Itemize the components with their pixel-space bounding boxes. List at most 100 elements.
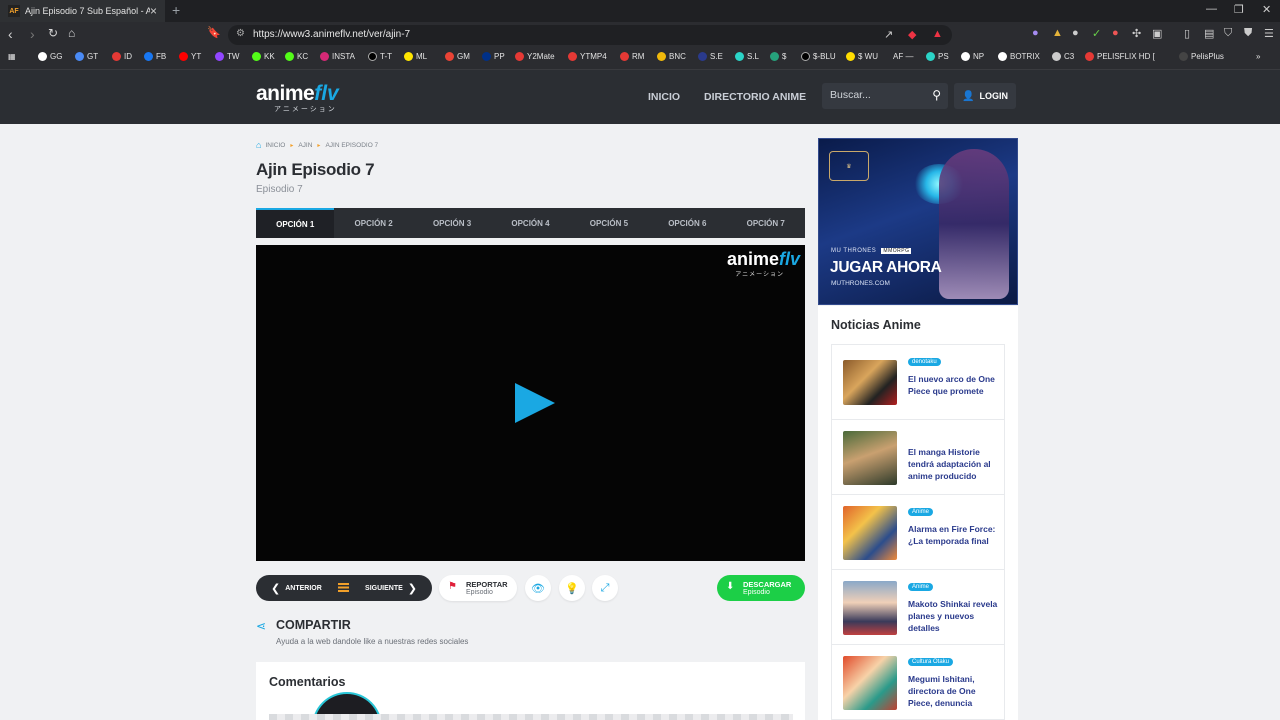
bookmark-item[interactable]: BOTRIX (998, 52, 1040, 61)
tab-option-2[interactable]: OPCIÓN 2 (334, 208, 412, 238)
site-favicon-icon: AF (8, 5, 20, 17)
vpn-icon[interactable]: ⛉ (1224, 27, 1232, 40)
breadcrumb-item[interactable]: INICIO (265, 142, 285, 149)
news-headline: Makoto Shinkai revela planes y nuevos de… (908, 599, 998, 633)
minimize-icon[interactable]: — (1206, 3, 1217, 15)
bookmark-item[interactable]: $ (770, 52, 786, 61)
more-bookmarks-icon[interactable]: » (1256, 52, 1260, 61)
bookmark-item[interactable]: PP (482, 52, 505, 61)
bookmark-item[interactable]: S.L (735, 52, 759, 61)
episode-list-icon[interactable] (338, 583, 349, 592)
bookmark-item[interactable]: AF — (893, 52, 913, 61)
nav-directorio-anime[interactable]: DIRECTORIO ANIME (704, 91, 806, 103)
tab-option-7[interactable]: OPCIÓN 7 (727, 208, 805, 238)
bookmark-item[interactable]: RM (620, 52, 644, 61)
rewards-icon[interactable]: ▲ (932, 28, 943, 40)
bookmark-item[interactable]: PS (926, 52, 949, 61)
search-input[interactable] (830, 89, 926, 101)
download-button[interactable]: ⬇ DESCARGAR Episodio (717, 575, 805, 601)
extension-icon[interactable]: ● (1032, 27, 1039, 39)
news-item[interactable]: Cultura Otaku Megumi Ishitani, directora… (831, 644, 1005, 720)
shield-icon[interactable]: ⛊ (1244, 27, 1252, 40)
bookmark-item[interactable]: TW (215, 52, 239, 61)
bookmark-item[interactable]: $-BLU (801, 52, 836, 61)
chevron-left-icon: ❮ (271, 583, 281, 595)
bookmark-item[interactable]: KK (252, 52, 275, 61)
eye-icon[interactable]: 👁 (525, 575, 551, 601)
report-button[interactable]: ⚑ REPORTAR Episodio (439, 575, 517, 601)
tab-option-5[interactable]: OPCIÓN 5 (570, 208, 648, 238)
bookmark-item[interactable]: S.E (698, 52, 723, 61)
bookmark-item[interactable]: ID (112, 52, 132, 61)
search-icon[interactable]: ⚲ (932, 88, 941, 102)
bookmark-item[interactable]: GM (445, 52, 470, 61)
wallet-icon[interactable]: ▤ (1204, 27, 1214, 40)
tab-option-6[interactable]: OPCIÓN 6 (648, 208, 726, 238)
back-icon[interactable]: ‹ (8, 26, 13, 42)
ad-brand: MU THRONES (831, 248, 877, 254)
apps-icon[interactable]: ▦ (8, 52, 16, 61)
bookmark-item[interactable]: FB (144, 52, 166, 61)
share-title: COMPARTIR (276, 618, 351, 632)
bookmark-item[interactable]: GG (38, 52, 62, 61)
sidebar-icon[interactable]: ▯ (1184, 27, 1190, 40)
sidebar-advertisement[interactable]: ♛ MU THRONES MMORPG JUGAR AHORA MUTHRONE… (818, 138, 1018, 305)
login-button[interactable]: 👤 LOGIN (954, 83, 1016, 109)
url-field[interactable]: ⚙ https://www3.animeflv.net/ver/ajin-7 ↗… (228, 25, 952, 45)
close-window-icon[interactable]: ✕ (1262, 3, 1271, 16)
extension-icon[interactable]: ▲ (1052, 27, 1063, 39)
extension-icon[interactable]: ▣ (1152, 27, 1162, 40)
extensions-puzzle-icon[interactable]: ✣ (1132, 27, 1141, 40)
browser-tab[interactable]: AF Ajin Episodio 7 Sub Español - Ar × (0, 0, 165, 22)
bookmark-item[interactable]: GT (75, 52, 98, 61)
extension-icon[interactable]: ● (1072, 27, 1079, 39)
next-episode-button[interactable]: SIGUIENTE ❯ (365, 582, 422, 595)
bookmark-item[interactable]: $ WU (846, 52, 878, 61)
extension-icon[interactable]: ● (1112, 27, 1119, 39)
home-icon[interactable]: ⌂ (256, 140, 261, 150)
tab-option-4[interactable]: OPCIÓN 4 (491, 208, 569, 238)
bookmark-item[interactable]: T-T (368, 52, 392, 61)
lightbulb-icon[interactable]: 💡 (559, 575, 585, 601)
bookmark-item[interactable]: PelisPlus (1179, 52, 1224, 61)
home-icon[interactable]: ⌂ (68, 26, 75, 40)
close-tab-icon[interactable]: × (150, 4, 157, 18)
tab-option-3[interactable]: OPCIÓN 3 (413, 208, 491, 238)
news-headline: Alarma en Fire Force: ¿La temporada fina… (908, 524, 996, 546)
restore-icon[interactable]: ❐ (1234, 3, 1244, 16)
bookmark-item[interactable]: Y2Mate (515, 52, 555, 61)
news-item[interactable]: Anime Makoto Shinkai revela planes y nue… (831, 569, 1005, 645)
extension-icon[interactable]: ✓ (1092, 27, 1101, 40)
video-player[interactable]: animeflv アニメーション (256, 245, 805, 561)
bookmark-item[interactable]: PELISFLIX HD [ (1085, 52, 1155, 61)
nav-inicio[interactable]: INICIO (648, 91, 680, 103)
share-page-icon[interactable]: ↗ (884, 28, 893, 41)
bookmark-item[interactable]: YT (179, 52, 201, 61)
bookmark-item[interactable]: NP (961, 52, 984, 61)
bookmark-item[interactable]: BNC (657, 52, 686, 61)
previous-episode-button[interactable]: ❮ ANTERIOR (266, 582, 322, 595)
bookmark-item[interactable]: INSTA (320, 52, 355, 61)
bookmark-icon[interactable]: 🔖 (207, 26, 221, 39)
news-item[interactable]: El manga Historie tendrá adaptación al a… (831, 419, 1005, 495)
comments-title: Comentarios (269, 675, 346, 689)
bookmark-item[interactable]: KC (285, 52, 308, 61)
expand-icon[interactable]: ⤢ (592, 575, 618, 601)
forward-icon[interactable]: › (30, 26, 35, 42)
play-icon[interactable] (515, 383, 555, 423)
chevron-right-icon: ❯ (407, 583, 417, 595)
site-logo[interactable]: animeflv アニメーション (256, 82, 339, 113)
tab-option-1[interactable]: OPCIÓN 1 (256, 208, 335, 238)
bookmark-item[interactable]: YTMP4 (568, 52, 607, 61)
news-item[interactable]: denotaku El nuevo arco de One Piece que … (831, 344, 1005, 420)
menu-icon[interactable]: ☰ (1264, 27, 1274, 40)
bookmark-item[interactable]: C3 (1052, 52, 1074, 61)
ad-character-image (939, 149, 1009, 299)
site-info-icon[interactable]: ⚙ (236, 28, 245, 39)
bookmark-item[interactable]: ML (404, 52, 427, 61)
reload-icon[interactable]: ↻ (48, 26, 58, 40)
breadcrumb-item[interactable]: AJIN (298, 142, 312, 149)
news-item[interactable]: Anime Alarma en Fire Force: ¿La temporad… (831, 494, 1005, 570)
new-tab-icon[interactable]: + (172, 2, 180, 18)
brave-shield-icon[interactable]: ◆ (908, 28, 916, 41)
